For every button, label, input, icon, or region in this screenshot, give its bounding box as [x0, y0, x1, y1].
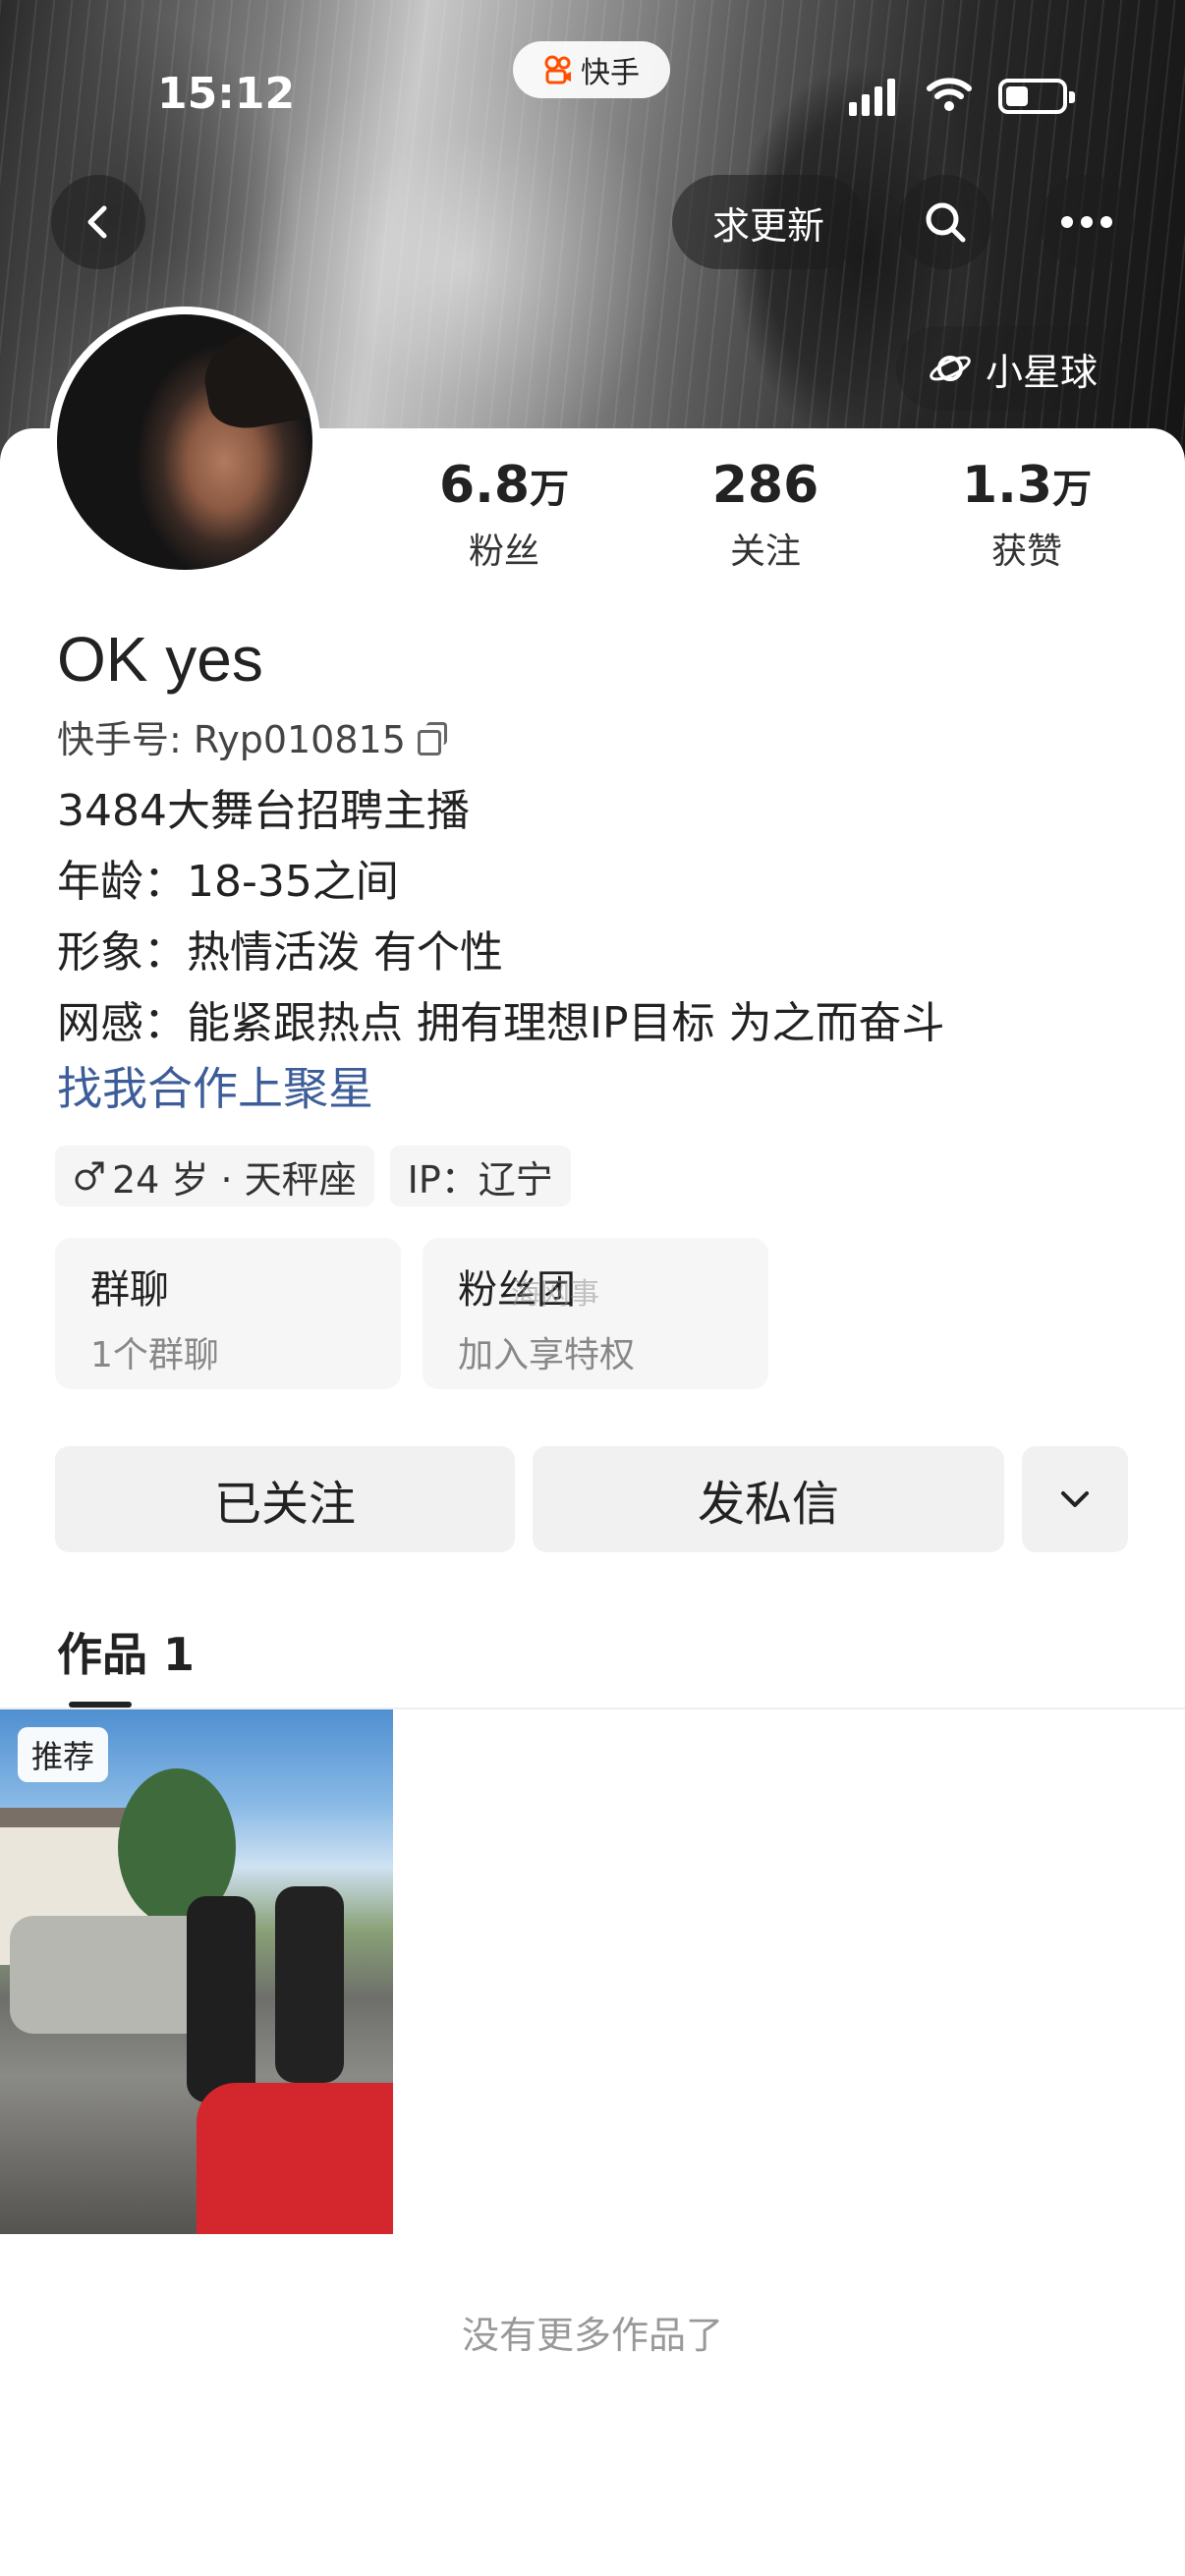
stat-followers-unit: 万	[530, 467, 570, 512]
back-button[interactable]	[51, 175, 145, 269]
stat-followers-number: 6.8	[438, 456, 531, 515]
group-entries: 群聊 1个群聊 粉丝团 加入享特权	[55, 1238, 768, 1389]
followed-button[interactable]: 已关注	[55, 1446, 515, 1552]
profile-stats: 6.8万 粉丝 286 关注 1.3万 获赞	[373, 456, 1159, 574]
tab-active-indicator	[69, 1702, 132, 1708]
app-indicator-label: 快手	[581, 56, 640, 90]
kuaishou-id-row[interactable]: 快手号: Ryp010815	[57, 709, 447, 763]
planet-button-label: 小星球	[985, 350, 1098, 394]
bio-line: 网感：能紧跟热点 拥有理想IP目标 为之而奋斗	[57, 998, 945, 1048]
bio-line: 形象：热情活泼 有个性	[57, 927, 503, 978]
planet-button[interactable]: 小星球	[896, 326, 1130, 411]
more-button[interactable]	[1040, 175, 1134, 269]
stat-following-number: 286	[711, 456, 819, 515]
copy-icon[interactable]	[417, 721, 447, 756]
stat-following-label: 关注	[729, 532, 801, 572]
profile-tags: 24 岁 · 天秤座 IP：辽宁	[55, 1146, 571, 1206]
request-update-button[interactable]: 求更新	[672, 175, 865, 269]
cellular-signal-icon	[849, 77, 895, 116]
chevron-left-icon	[87, 205, 107, 239]
search-button[interactable]	[898, 175, 992, 269]
tab-works[interactable]: 作品 1	[57, 1619, 195, 1684]
more-dots-icon	[1061, 216, 1112, 228]
group-chat-title: 群聊	[90, 1267, 169, 1313]
kuaishou-logo-icon	[544, 55, 571, 84]
bio: 3484大舞台招聘主播 年龄：18-35之间 形象：热情活泼 有个性 网感：能紧…	[57, 776, 944, 1059]
bio-line: 年龄：18-35之间	[57, 857, 399, 907]
work-thumbnail[interactable]: 推荐	[0, 1709, 393, 2234]
stat-likes-label: 获赞	[990, 532, 1062, 572]
stat-followers-label: 粉丝	[468, 532, 539, 572]
stat-following[interactable]: 286 关注	[635, 456, 896, 574]
no-more-works-text: 没有更多作品了	[461, 2314, 723, 2357]
group-chat-subtitle: 1个群聊	[90, 1335, 219, 1375]
age-tag-label: 24 岁 · 天秤座	[112, 1157, 357, 1202]
avatar[interactable]	[49, 307, 320, 578]
group-chat-card[interactable]: 群聊 1个群聊	[55, 1238, 401, 1389]
profile-actions: 已关注 发私信	[55, 1446, 1128, 1552]
recommended-badge: 推荐	[18, 1727, 109, 1782]
ip-location-tag: IP：辽宁	[389, 1146, 571, 1206]
stat-likes-number: 1.3	[961, 456, 1053, 515]
stat-likes[interactable]: 1.3万 获赞	[896, 456, 1157, 574]
wifi-icon	[927, 78, 972, 111]
stat-followers[interactable]: 6.8万 粉丝	[373, 456, 635, 574]
stat-likes-unit: 万	[1052, 467, 1093, 512]
status-time: 15:12	[157, 69, 296, 119]
content-tabs: 作品 1	[0, 1619, 1185, 1709]
watermark: 海网事	[511, 1277, 599, 1312]
message-button[interactable]: 发私信	[533, 1446, 1004, 1552]
more-actions-button[interactable]	[1022, 1446, 1128, 1552]
display-name: OK yes	[57, 624, 263, 695]
fan-club-card[interactable]: 粉丝团 加入享特权	[423, 1238, 768, 1389]
app-indicator-pill: 快手	[513, 41, 670, 98]
battery-icon	[998, 79, 1075, 114]
bio-line: 3484大舞台招聘主播	[57, 786, 470, 836]
kuaishou-id: 快手号: Ryp010815	[57, 718, 406, 761]
search-icon	[926, 202, 966, 243]
planet-icon	[930, 356, 971, 381]
fan-club-subtitle: 加入享特权	[458, 1335, 636, 1375]
collaboration-link[interactable]: 找我合作上聚星	[57, 1053, 373, 1118]
chevron-down-icon	[1061, 1491, 1089, 1507]
male-gender-icon	[75, 1161, 104, 1191]
age-tag: 24 岁 · 天秤座	[55, 1146, 374, 1206]
